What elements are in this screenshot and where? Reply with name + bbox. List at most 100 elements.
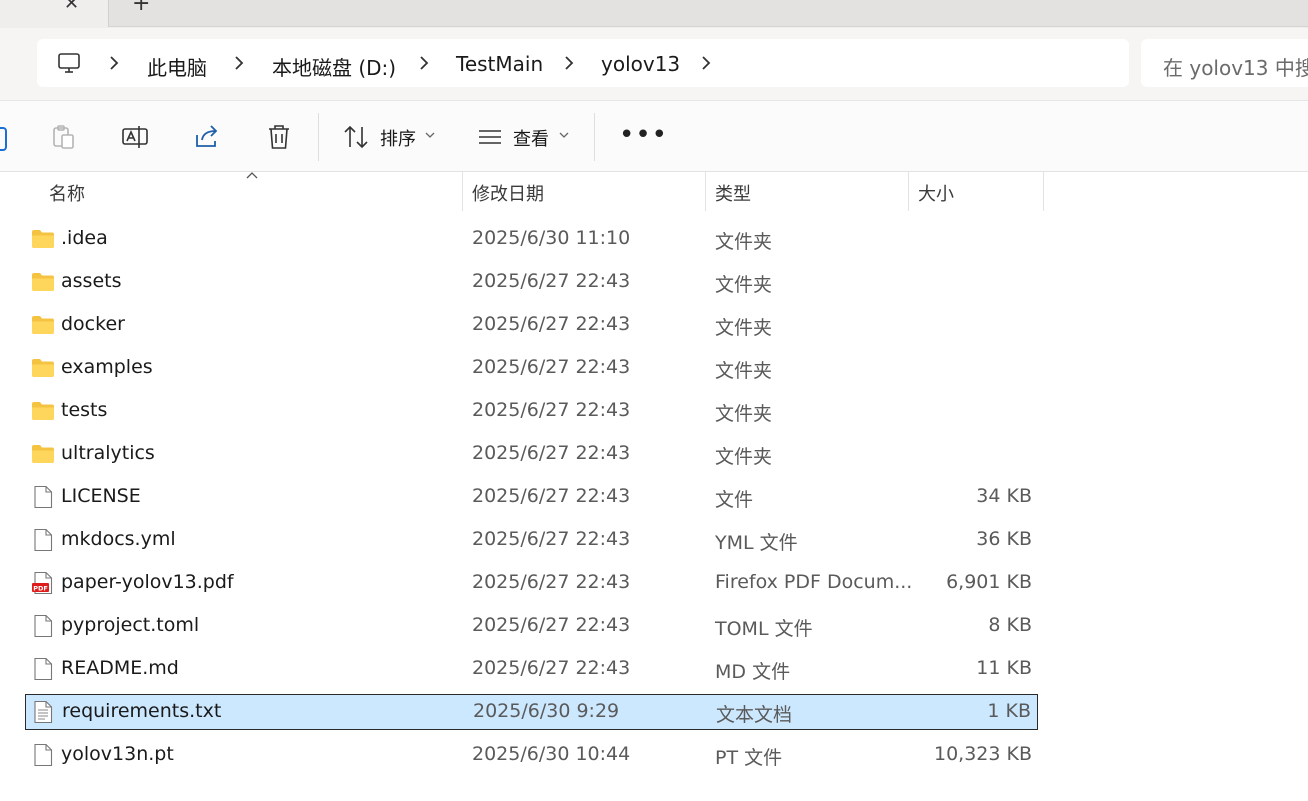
chevron-right-icon[interactable] [562, 55, 576, 71]
file-name: examples [61, 356, 153, 378]
svg-text:PDF: PDF [33, 584, 48, 592]
breadcrumb-yolov13[interactable]: yolov13 [601, 52, 680, 76]
file-size: 10,323 KB [933, 743, 1032, 765]
computer-icon[interactable] [57, 51, 81, 75]
more-options-icon[interactable]: ••• [619, 122, 668, 148]
folder-icon [31, 399, 55, 423]
file-row[interactable]: pyproject.toml 2025/6/27 22:43 TOML 文件 8 KB [25, 608, 1038, 644]
file-modified: 2025/6/27 22:43 [472, 614, 631, 636]
pdf-icon: PDF [31, 571, 55, 595]
chevron-right-icon[interactable] [232, 55, 246, 71]
file-type: TOML 文件 [715, 618, 813, 640]
file-row[interactable]: tests 2025/6/27 22:43 文件夹 [25, 393, 1038, 429]
column-header-type[interactable]: 类型 [715, 180, 751, 206]
file-name: requirements.txt [62, 700, 222, 722]
file-modified: 2025/6/30 9:29 [473, 700, 620, 722]
file-row[interactable]: docker 2025/6/27 22:43 文件夹 [25, 307, 1038, 343]
folder-icon [31, 442, 55, 466]
file-name: pyproject.toml [61, 614, 200, 636]
file-modified: 2025/6/27 22:43 [472, 657, 631, 679]
toolbar-separator [594, 113, 595, 161]
sort-ascending-icon [246, 172, 258, 179]
file-name: yolov13n.pt [61, 743, 174, 765]
column-header-size[interactable]: 大小 [918, 180, 954, 206]
breadcrumb-local-disk[interactable]: 本地磁盘 (D:) [272, 52, 396, 81]
file-type: MD 文件 [715, 661, 791, 683]
file-name: README.md [61, 657, 179, 679]
file-row[interactable]: ultralytics 2025/6/27 22:43 文件夹 [25, 436, 1038, 472]
folder-icon [31, 270, 55, 294]
close-tab-icon[interactable]: ✕ [64, 0, 79, 14]
file-size: 6,901 KB [946, 571, 1032, 593]
file-type: 文件夹 [715, 274, 773, 296]
column-header-name[interactable]: 名称 [49, 180, 85, 206]
file-modified: 2025/6/27 22:43 [472, 399, 631, 421]
file-modified: 2025/6/30 11:10 [472, 227, 631, 249]
file-row[interactable]: assets 2025/6/27 22:43 文件夹 [25, 264, 1038, 300]
search-input[interactable]: 在 yolov13 中搜 [1141, 39, 1308, 87]
rename-icon[interactable] [121, 123, 149, 151]
chevron-right-icon[interactable] [107, 55, 121, 71]
file-name: docker [61, 313, 125, 335]
file-icon [31, 485, 55, 509]
tab-strip: ✕ + [0, 0, 1308, 28]
new-button-edge[interactable] [0, 127, 7, 151]
file-modified: 2025/6/27 22:43 [472, 313, 631, 335]
chevron-right-icon[interactable] [699, 55, 713, 71]
file-size: 36 KB [976, 528, 1032, 550]
file-icon [31, 743, 55, 767]
file-row[interactable]: mkdocs.yml 2025/6/27 22:43 YML 文件 36 KB [25, 522, 1038, 558]
delete-icon[interactable] [265, 123, 293, 151]
file-name: assets [61, 270, 122, 292]
file-row[interactable]: yolov13n.pt 2025/6/30 10:44 PT 文件 10,323 KB [25, 737, 1038, 773]
column-divider[interactable] [462, 171, 463, 211]
tab-area [108, 0, 1308, 27]
file-name: ultralytics [61, 442, 155, 464]
file-row[interactable]: requirements.txt 2025/6/30 9:29 文本文档 1 KB [25, 694, 1038, 730]
column-divider[interactable] [908, 171, 909, 211]
view-button[interactable]: 查看 [513, 125, 549, 151]
toolbar-separator [318, 113, 319, 161]
file-size: 34 KB [976, 485, 1032, 507]
file-type: PT 文件 [715, 747, 783, 769]
view-icon[interactable] [476, 123, 504, 151]
chevron-down-icon[interactable] [425, 131, 435, 139]
column-header-row: 名称 修改日期 类型 大小 [0, 171, 1308, 211]
text-file-icon [31, 700, 55, 724]
file-size: 11 KB [976, 657, 1032, 679]
new-tab-icon[interactable]: + [132, 0, 150, 16]
file-type: 文件夹 [715, 446, 773, 468]
file-name: paper-yolov13.pdf [61, 571, 234, 593]
file-modified: 2025/6/27 22:43 [472, 442, 631, 464]
folder-icon [31, 356, 55, 380]
file-type: YML 文件 [715, 532, 798, 554]
address-bar[interactable]: 此电脑 本地磁盘 (D:) TestMain yolov13 [37, 39, 1129, 87]
file-modified: 2025/6/27 22:43 [472, 270, 631, 292]
sort-button[interactable]: 排序 [380, 125, 416, 151]
share-icon[interactable] [193, 123, 221, 151]
file-modified: 2025/6/27 22:43 [472, 485, 631, 507]
file-row[interactable]: README.md 2025/6/27 22:43 MD 文件 11 KB [25, 651, 1038, 687]
file-row[interactable]: PDF paper-yolov13.pdf 2025/6/27 22:43 Firef… [25, 565, 1038, 601]
column-divider[interactable] [1043, 171, 1044, 211]
column-header-modified[interactable]: 修改日期 [472, 180, 544, 206]
file-type: 文件夹 [715, 403, 773, 425]
sort-icon[interactable] [342, 123, 370, 151]
breadcrumb-this-pc[interactable]: 此电脑 [147, 52, 207, 81]
chevron-down-icon[interactable] [559, 131, 569, 139]
file-name: .idea [61, 227, 108, 249]
file-modified: 2025/6/27 22:43 [472, 571, 631, 593]
file-icon [31, 614, 55, 638]
column-divider[interactable] [705, 171, 706, 211]
file-row[interactable]: examples 2025/6/27 22:43 文件夹 [25, 350, 1038, 386]
folder-icon [31, 227, 55, 251]
file-row[interactable]: LICENSE 2025/6/27 22:43 文件 34 KB [25, 479, 1038, 515]
file-name: tests [61, 399, 108, 421]
file-size: 1 KB [987, 700, 1031, 722]
chevron-right-icon[interactable] [417, 55, 431, 71]
file-type: 文件夹 [715, 231, 773, 253]
breadcrumb-testmain[interactable]: TestMain [456, 52, 543, 76]
file-size: 8 KB [988, 614, 1032, 636]
file-row[interactable]: .idea 2025/6/30 11:10 文件夹 [25, 221, 1038, 257]
paste-icon[interactable] [49, 123, 77, 151]
